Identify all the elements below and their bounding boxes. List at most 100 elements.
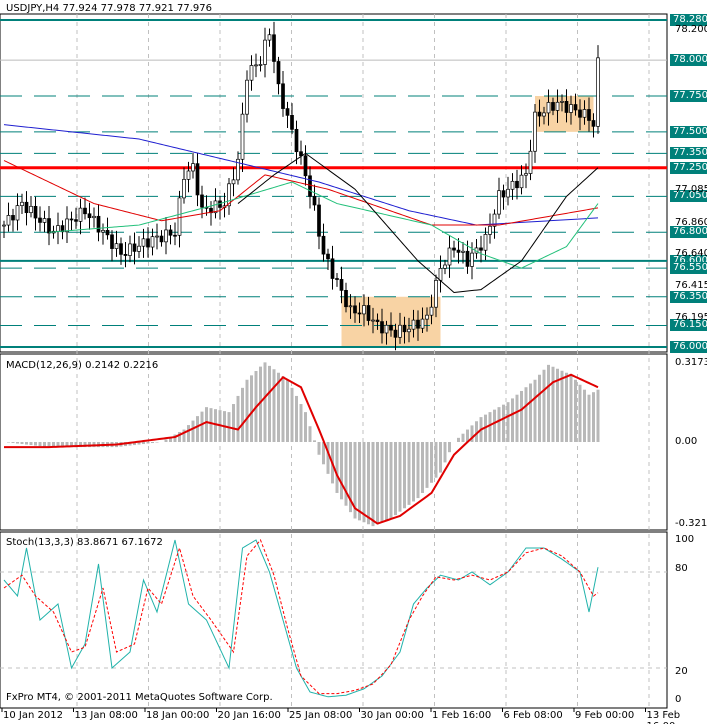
main-panel: [0, 13, 668, 353]
candle-body: [200, 194, 204, 208]
candle-body: [569, 104, 573, 113]
price-tick: 76.860: [675, 216, 707, 228]
candle-body: [56, 225, 60, 232]
candle-body: [182, 178, 186, 199]
candle-body: [546, 102, 551, 114]
candle-body: [96, 215, 101, 233]
price-level-label: 77.250: [670, 161, 707, 174]
candle-body: [389, 324, 393, 331]
candle-body: [560, 100, 564, 103]
candle-body: [11, 215, 15, 221]
candle-body: [92, 215, 96, 219]
stoch-title: Stoch(13,3,3) 83.8671 67.1672: [6, 537, 163, 548]
candle-body: [317, 204, 321, 237]
candle-body: [245, 79, 249, 115]
price-tick: 78.200: [675, 24, 707, 36]
candle-body: [447, 247, 452, 266]
candle-body: [591, 120, 596, 127]
candle-body: [479, 247, 483, 251]
candle-body: [285, 108, 290, 116]
price-tick: 76.415: [675, 280, 707, 292]
candle-body: [362, 305, 366, 315]
candle-body: [573, 104, 578, 111]
candle-body: [366, 305, 371, 321]
candle-body: [555, 101, 560, 111]
candle-body: [137, 245, 141, 252]
candle-body: [380, 321, 384, 334]
candle-body: [105, 229, 110, 236]
candle-body: [272, 34, 276, 62]
candle-body: [596, 57, 600, 127]
candle-body: [357, 312, 362, 315]
candle-body: [465, 250, 470, 267]
candle-body: [443, 264, 447, 269]
candle-body: [20, 201, 24, 206]
time-label: 18 Jan 00:00: [146, 710, 210, 721]
candle-body: [74, 219, 78, 222]
candle-body: [15, 205, 20, 221]
copyright: FxPro MT4, © 2001-2011 MetaQuotes Softwa…: [6, 692, 273, 703]
candle-body: [308, 175, 312, 197]
candle-body: [123, 254, 128, 256]
candle-body: [303, 155, 308, 177]
candle-body: [578, 109, 582, 118]
candle-body: [326, 253, 330, 260]
candle-body: [276, 61, 281, 85]
candle-body: [470, 252, 474, 267]
candle-body: [330, 258, 335, 279]
macd-tick: 0.3173: [675, 357, 707, 368]
candle-body: [231, 179, 236, 185]
candle-body: [497, 190, 501, 215]
candle-body: [375, 319, 380, 322]
candle-body: [434, 280, 438, 308]
candle-body: [402, 324, 407, 333]
candle-body: [312, 196, 317, 206]
candle-body: [321, 235, 326, 255]
price-level-label: 76.800: [670, 226, 707, 239]
price-level-label: 77.750: [670, 90, 707, 102]
candle-body: [47, 218, 51, 234]
candle-body: [501, 190, 506, 198]
candle-body: [78, 207, 83, 222]
candle-body: [168, 229, 173, 236]
candle-body: [114, 243, 119, 249]
candle-body: [290, 114, 294, 130]
candle-body: [177, 197, 182, 236]
candle-body: [582, 109, 587, 118]
time-label: 6 Feb 08:00: [503, 710, 563, 721]
price-level-label: 78.000: [670, 54, 707, 67]
stoch-tick: 20: [675, 666, 688, 677]
candle-body: [348, 305, 353, 308]
time-label: 9 Feb 00:00: [575, 710, 635, 721]
candle-body: [429, 306, 434, 316]
candle-body: [87, 213, 92, 219]
candle-body: [173, 234, 177, 237]
macd-tick: 0.00: [675, 436, 698, 447]
candle-body: [155, 235, 159, 238]
candle-body: [240, 113, 245, 160]
candle-body: [299, 151, 303, 157]
candle-body: [344, 290, 348, 308]
candle-body: [128, 243, 132, 256]
macd-tick: -0.3217: [675, 518, 707, 529]
price-tick: 77.085: [675, 184, 707, 196]
time-label: 30 Jan 00:00: [360, 710, 424, 721]
candle-body: [294, 128, 299, 153]
price-level-label: 77.500: [670, 125, 707, 138]
candle-body: [452, 247, 456, 251]
candle-body: [411, 319, 416, 330]
candle-body: [587, 109, 591, 121]
candle-body: [528, 150, 533, 174]
time-label: 1 Feb 16:00: [432, 710, 492, 721]
candle-body: [110, 234, 114, 249]
macd-title: MACD(12,26,9) 0.2142 0.2216: [6, 360, 159, 371]
price-level-label: 76.550: [670, 262, 707, 275]
candle-body: [551, 102, 555, 111]
candle-body: [164, 229, 168, 243]
candle-body: [461, 250, 465, 253]
candle-body: [150, 236, 155, 248]
price-level-label: 76.000: [670, 340, 707, 353]
candle-body: [159, 235, 164, 243]
candle-body: [191, 163, 195, 172]
candle-body: [515, 180, 519, 189]
